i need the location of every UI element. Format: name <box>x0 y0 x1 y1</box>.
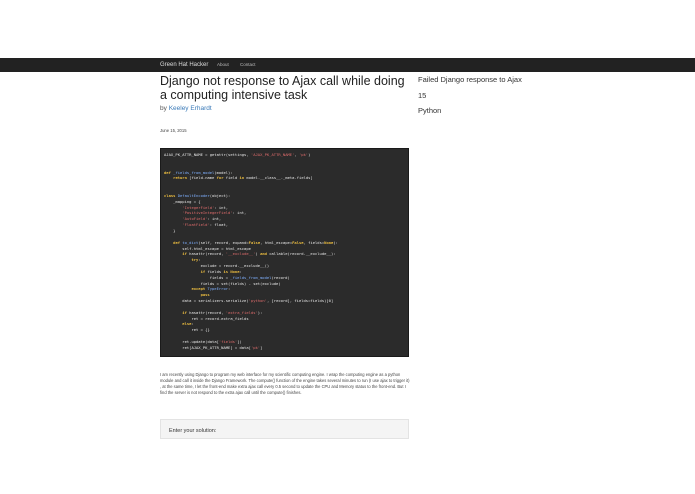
code-line: fields = _fields_from_model(record) <box>209 274 290 280</box>
author-link[interactable]: Keeley Erhardt <box>169 105 212 112</box>
code-line: exclude = record.__exclude__() <box>200 263 270 269</box>
code-line: self.html_escape = html_escape <box>182 245 251 251</box>
code-line: return [field.name for field in model.__… <box>173 175 313 181</box>
byline: by Keeley Erhardt <box>160 105 212 112</box>
code-line: def to_dict(self, record, expand=False, … <box>173 239 338 245</box>
post-description: I am recently using Django to program my… <box>160 372 410 395</box>
code-line: if hasattr(record, 'extra_fields'): <box>182 309 263 315</box>
code-line: ret = record.extra_fields <box>191 315 249 321</box>
code-line: _mapping = { <box>173 198 201 204</box>
code-line: fields = set(fields) - set(exclude) <box>200 280 281 286</box>
code-line: 'AutoField': int, <box>182 216 222 222</box>
brand-link[interactable]: Green Hat Hacker <box>160 58 208 72</box>
code-line: if hasattr(record, '__exclude__') and ca… <box>182 251 336 257</box>
post-date: June 15, 2015 <box>160 128 187 133</box>
nav-about-link[interactable]: About <box>217 58 229 72</box>
code-line: class DefaultEncoder(object): <box>164 192 231 198</box>
code-line: try: <box>191 257 201 263</box>
solution-label: Enter your solution: <box>169 428 217 434</box>
code-line: ret[AJAX_PK_ATTR_NAME] = data['pk'] <box>182 344 263 350</box>
top-navbar: Green Hat Hacker About Contact <box>0 58 695 72</box>
code-line: 'PositiveIntegerField': int, <box>182 210 247 216</box>
code-line: ret = {} <box>191 327 210 333</box>
by-label: by <box>160 105 167 112</box>
post-title: Django not response to Ajax call while d… <box>160 74 405 102</box>
code-line: ret.update(data['fields']) <box>182 339 242 344</box>
code-line: } <box>164 227 176 233</box>
code-line: 'IntegerField': int, <box>182 204 229 210</box>
sidebar-count: 15 <box>418 91 427 100</box>
sidebar-tag[interactable]: Python <box>418 106 441 115</box>
code-block: AJAX_PK_ATTR_NAME = getattr(settings, 'A… <box>160 148 409 357</box>
code-line: data = serializers.serialize('python', [… <box>182 298 334 304</box>
code-line: else: <box>182 321 194 327</box>
code-line: pass <box>200 292 210 298</box>
code-line: def _fields_from_model(model): <box>164 169 233 175</box>
code-line: except TypeError: <box>191 286 231 292</box>
solution-box[interactable]: Enter your solution: <box>160 419 409 439</box>
code-line: AJAX_PK_ATTR_NAME = getattr(settings, 'A… <box>164 152 311 157</box>
sidebar-title: Failed Django response to Ajax <box>418 75 522 84</box>
nav-contact-link[interactable]: Contact <box>240 58 256 72</box>
code-line: if fields is None: <box>200 268 242 274</box>
code-line: 'FloatField': float, <box>182 222 229 228</box>
